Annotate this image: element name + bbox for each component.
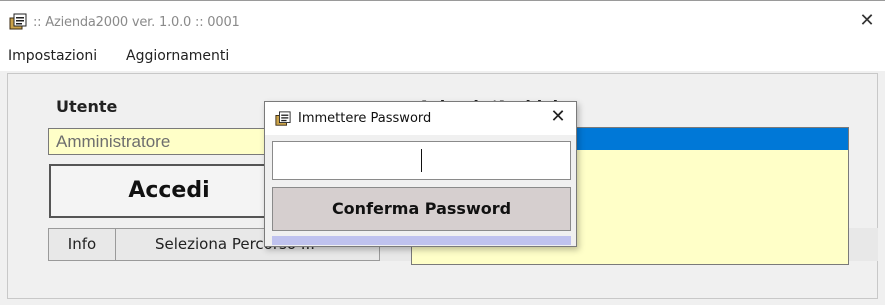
password-dialog: Immettere Password ✕ Conferma Password [264,101,577,247]
dialog-close-icon[interactable]: ✕ [547,106,569,128]
confirm-password-button[interactable]: Conferma Password [272,187,571,231]
main-window: :: Azienda2000 ver. 1.0.0 :: 0001 ✕ Impo… [0,0,885,305]
menu-item-impostazioni[interactable]: Impostazioni [8,48,97,64]
app-icon [9,13,27,30]
close-icon[interactable]: ✕ [857,11,877,31]
user-label: Utente [56,97,118,116]
app-icon [275,111,291,126]
password-input[interactable] [272,141,571,180]
menu-item-aggiornamenti[interactable]: Aggiornamenti [126,48,229,64]
dialog-title: Immettere Password [298,111,432,126]
title-bar: :: Azienda2000 ver. 1.0.0 :: 0001 ✕ [0,1,885,43]
info-button[interactable]: Info [48,228,116,261]
user-field[interactable]: Amministratore [48,128,288,155]
dialog-bottom-strip [272,236,571,245]
window-title: :: Azienda2000 ver. 1.0.0 :: 0001 [33,15,240,30]
menu-bar: Impostazioni Aggiornamenti [0,43,885,71]
list-gutter [849,228,878,261]
accedi-button[interactable]: Accedi [49,164,289,218]
dialog-title-bar: Immettere Password ✕ [265,102,576,135]
text-caret [421,149,422,172]
